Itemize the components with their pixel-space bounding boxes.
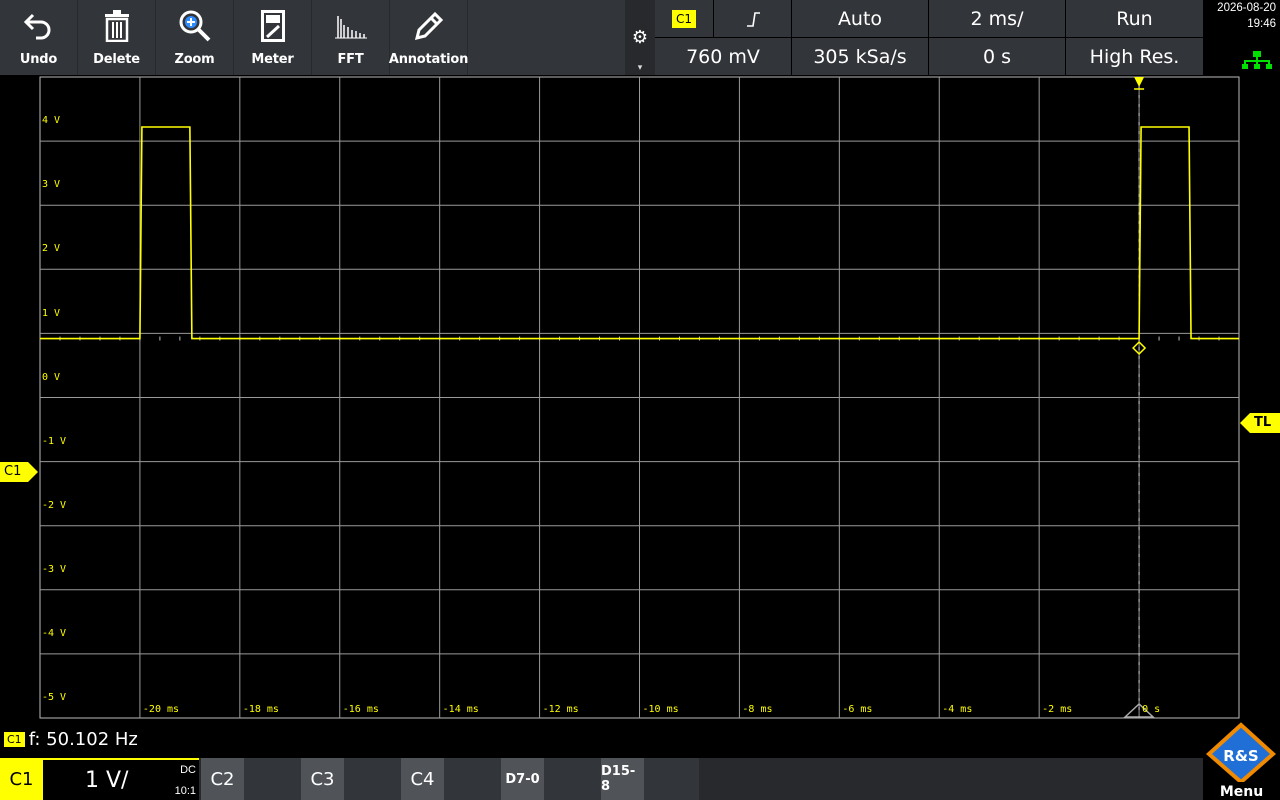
channel-offset-label: C1 <box>4 464 22 479</box>
channel-c1-label: C1 <box>0 758 43 800</box>
channel-c1-button[interactable]: C1 1 V/ DC 10:1 <box>0 758 199 800</box>
x-axis-label: -10 ms <box>642 704 679 715</box>
clock-date: 2026-08-20 <box>1217 2 1276 14</box>
frequency-readout[interactable]: f: 50.102 Hz <box>29 729 138 750</box>
y-axis-label: -1 V <box>42 435 67 447</box>
menu-label: Menu <box>1219 784 1264 800</box>
y-axis-label: -3 V <box>42 563 67 575</box>
toolbar: Undo Delete Zoom Meter FFT Annotation <box>0 0 625 75</box>
trigger-source-badge: C1 <box>671 9 696 28</box>
channel-c2-button[interactable]: C2 <box>201 758 301 800</box>
channel-c1-scale: 1 V/ <box>85 768 129 793</box>
x-axis-label: -12 ms <box>542 704 579 715</box>
timebase-cell[interactable]: 2 ms/ <box>929 0 1065 37</box>
y-axis-label: 0 V <box>42 371 61 383</box>
trigger-level-label: TL <box>1254 415 1272 430</box>
digital-d15-8-label: D15-8 <box>601 758 644 800</box>
trigger-position-icon <box>1134 77 1145 87</box>
x-axis-label: -4 ms <box>942 704 973 715</box>
waveform-grid <box>39 76 1240 719</box>
annotation-button[interactable]: Annotation <box>388 0 469 75</box>
waveform-display[interactable]: 4 V 3 V 2 V 1 V 0 V -1 V -2 V -3 V -4 V -5 V -20 … <box>0 75 1280 720</box>
channel-bar: C1 1 V/ DC 10:1 C2 C3 C4 D7-0 D15-8 <box>0 758 1280 800</box>
y-axis-label: -4 V <box>42 628 67 640</box>
meter-icon <box>260 0 285 52</box>
channel-c4-label: C4 <box>401 758 444 800</box>
digital-d15-8-button[interactable]: D15-8 <box>601 758 699 800</box>
zoom-button[interactable]: Zoom <box>156 0 233 75</box>
fft-label: FFT <box>337 52 364 67</box>
channel-c2-label: C2 <box>201 758 244 800</box>
measurement-channel-badge: C1 <box>4 731 25 747</box>
y-axis-label: 3 V <box>42 179 61 191</box>
channel-c1-settings[interactable]: 1 V/ DC 10:1 <box>43 758 199 800</box>
digital-d7-0-label: D7-0 <box>501 758 544 800</box>
x-axis-label: -18 ms <box>242 704 279 715</box>
clock: 2026-08-20 19:46 <box>1203 0 1280 75</box>
y-axis-label: 2 V <box>42 243 61 255</box>
x-axis-label: -20 ms <box>142 704 180 715</box>
toolbar-empty-slot <box>468 0 625 75</box>
channel-offset-marker[interactable]: C1 <box>0 462 40 482</box>
meter-button[interactable]: Meter <box>234 0 311 75</box>
settings-dropdown-button[interactable]: ⚙ ▾ <box>625 0 655 75</box>
undo-button[interactable]: Undo <box>0 0 77 75</box>
trigger-source-cell[interactable]: C1 <box>655 0 713 37</box>
trigger-level-marker[interactable]: TL <box>1239 413 1280 433</box>
trigger-mode-cell[interactable]: Auto <box>792 0 928 37</box>
chevron-down-icon: ▾ <box>637 62 643 72</box>
trash-icon <box>104 0 130 52</box>
y-axis-label: -5 V <box>42 692 67 704</box>
fft-icon <box>334 0 368 52</box>
y-axis-label: 4 V <box>42 115 61 127</box>
clock-time: 19:46 <box>1247 18 1276 30</box>
pencil-icon <box>413 0 445 52</box>
channel-c1-probe: 10:1 <box>174 785 196 797</box>
rising-edge-icon <box>746 11 760 27</box>
annotation-label: Annotation <box>388 52 469 67</box>
run-stop-cell[interactable]: Run <box>1066 0 1203 37</box>
undo-label: Undo <box>19 52 58 67</box>
menu-button[interactable]: R&S Menu <box>1203 720 1280 800</box>
x-axis-label: -6 ms <box>842 704 873 715</box>
measurement-bar: C1 f: 50.102 Hz <box>0 720 1280 758</box>
undo-icon <box>23 0 54 52</box>
gear-icon: ⚙ <box>631 27 649 47</box>
network-icon <box>1242 51 1272 69</box>
fft-button[interactable]: FFT <box>312 0 389 75</box>
trigger-level-cell[interactable]: 760 mV <box>655 38 791 75</box>
rs-logo-icon: R&S <box>1205 722 1277 785</box>
x-axis-label: 0 s <box>1142 704 1161 715</box>
x-axis-label: -14 ms <box>442 704 479 715</box>
digital-d7-0-button[interactable]: D7-0 <box>501 758 601 800</box>
channel-c4-button[interactable]: C4 <box>401 758 501 800</box>
channel-c3-label: C3 <box>301 758 344 800</box>
zoom-icon <box>178 0 212 52</box>
meter-label: Meter <box>251 52 294 67</box>
sample-rate-cell[interactable]: 305 kSa/s <box>792 38 928 75</box>
rs-logo-text: R&S <box>1223 747 1258 765</box>
delete-button[interactable]: Delete <box>78 0 155 75</box>
acquisition-mode-cell[interactable]: High Res. <box>1066 38 1203 75</box>
x-axis-label: -16 ms <box>342 704 379 715</box>
y-axis-label: -2 V <box>42 499 67 511</box>
delete-label: Delete <box>93 52 140 67</box>
channel-c1-coupling: DC <box>180 764 196 776</box>
x-axis-label: -8 ms <box>742 704 773 715</box>
channel-c3-button[interactable]: C3 <box>301 758 401 800</box>
zoom-label: Zoom <box>174 52 215 67</box>
y-axis-label: 1 V <box>42 307 61 319</box>
trigger-slope-cell[interactable] <box>714 0 791 37</box>
acquisition-settings: C1 Auto 2 ms/ Run 760 mV 305 kSa/s 0 s H… <box>655 0 1203 75</box>
x-axis-label: -2 ms <box>1042 704 1073 715</box>
horizontal-position-cell[interactable]: 0 s <box>929 38 1065 75</box>
